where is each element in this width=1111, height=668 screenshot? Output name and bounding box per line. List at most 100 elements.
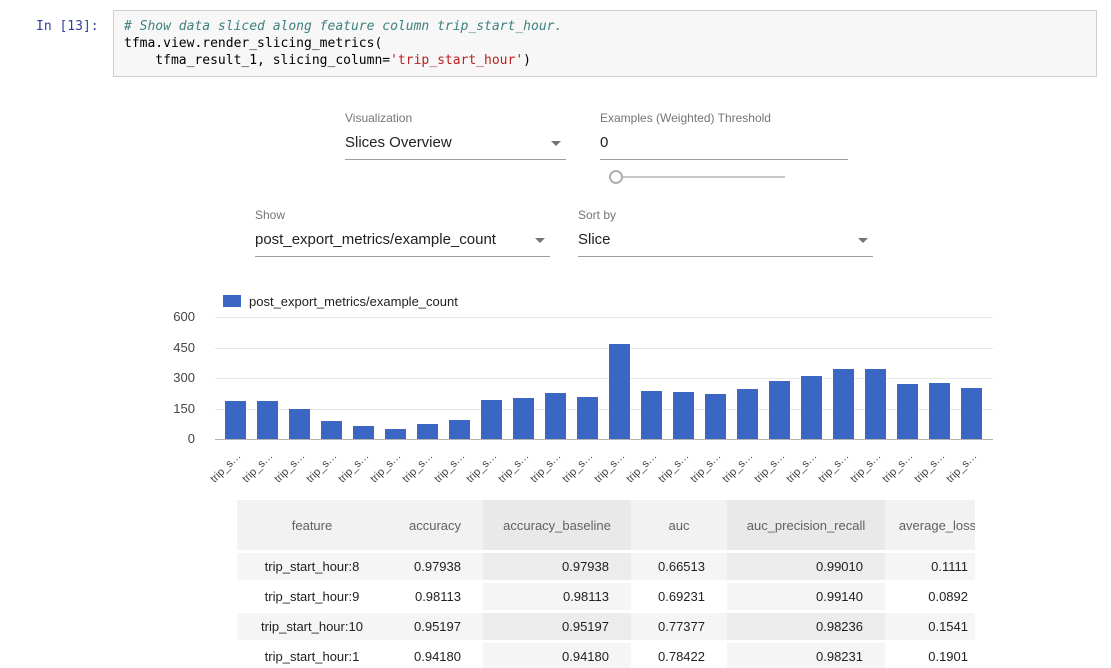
metric-cell: 0.66513 <box>631 553 727 580</box>
table-header-cell[interactable]: auc <box>631 500 727 550</box>
metric-cell: 0.0892 <box>885 583 975 610</box>
threshold-input[interactable] <box>600 127 848 160</box>
table-header-cell[interactable]: feature <box>237 500 387 550</box>
metric-cell: 0.78422 <box>631 643 727 668</box>
code-comment: # Show data sliced along feature column … <box>124 19 562 34</box>
bar[interactable] <box>577 397 598 439</box>
metric-cell: 0.94180 <box>387 643 483 668</box>
table-row: trip_start_hour:10.941800.941800.784220.… <box>237 643 975 668</box>
bar-chart-plot <box>215 317 993 439</box>
code-string-literal: 'trip_start_hour' <box>390 53 523 68</box>
visualization-label: Visualization <box>345 111 566 125</box>
code-line-2: tfma.view.render_slicing_metrics( <box>124 36 382 51</box>
code-line-3-post: ) <box>523 53 531 68</box>
show-widget: Show post_export_metrics/example_count <box>255 208 550 257</box>
gridline <box>215 317 993 318</box>
bar[interactable] <box>769 381 790 439</box>
metric-cell: 0.97938 <box>483 553 631 580</box>
legend-label: post_export_metrics/example_count <box>249 294 458 309</box>
code-editor[interactable]: # Show data sliced along feature column … <box>113 10 1097 77</box>
bar[interactable] <box>545 393 566 439</box>
feature-cell: trip_start_hour:1 <box>237 643 387 668</box>
bar[interactable] <box>897 384 918 439</box>
visualization-widget: Visualization Slices Overview <box>345 111 566 160</box>
metric-cell: 0.98231 <box>727 643 885 668</box>
feature-cell: trip_start_hour:10 <box>237 613 387 640</box>
bar[interactable] <box>833 369 854 439</box>
bar[interactable] <box>961 388 982 439</box>
sort-by-dropdown[interactable]: Slice <box>578 224 873 257</box>
table-body: trip_start_hour:80.979380.979380.665130.… <box>237 553 975 668</box>
metric-cell: 0.94180 <box>483 643 631 668</box>
metric-cell: 0.69231 <box>631 583 727 610</box>
visualization-dropdown[interactable]: Slices Overview <box>345 127 566 160</box>
code-line-3-pre: tfma_result_1, slicing_column= <box>124 53 390 68</box>
bar[interactable] <box>449 420 470 439</box>
bar[interactable] <box>257 401 278 439</box>
metric-cell: 0.1111 <box>885 553 975 580</box>
bar[interactable] <box>417 424 438 439</box>
table-row: trip_start_hour:100.951970.951970.773770… <box>237 613 975 640</box>
bar[interactable] <box>353 426 374 439</box>
metric-cell: 0.1541 <box>885 613 975 640</box>
bar[interactable] <box>929 383 950 439</box>
bar[interactable] <box>225 401 246 439</box>
bar[interactable] <box>289 409 310 439</box>
metric-cell: 0.97938 <box>387 553 483 580</box>
metric-cell: 0.99140 <box>727 583 885 610</box>
metric-cell: 0.98236 <box>727 613 885 640</box>
show-label: Show <box>255 208 550 222</box>
feature-cell: trip_start_hour:8 <box>237 553 387 580</box>
metric-cell: 0.98113 <box>387 583 483 610</box>
y-tick-label: 600 <box>173 309 195 324</box>
table-header-cell[interactable]: accuracy_baseline <box>483 500 631 550</box>
chevron-down-icon <box>535 238 545 243</box>
threshold-slider-knob[interactable] <box>609 170 623 184</box>
metric-cell: 0.77377 <box>631 613 727 640</box>
bar[interactable] <box>705 394 726 439</box>
gridline <box>215 348 993 349</box>
threshold-label: Examples (Weighted) Threshold <box>600 111 848 125</box>
bar[interactable] <box>865 369 886 439</box>
visualization-dropdown-value: Slices Overview <box>345 134 452 151</box>
bar[interactable] <box>609 344 630 439</box>
show-dropdown[interactable]: post_export_metrics/example_count <box>255 224 550 257</box>
sort-by-label: Sort by <box>578 208 873 222</box>
table-row: trip_start_hour:90.981130.981130.692310.… <box>237 583 975 610</box>
bar[interactable] <box>385 429 406 439</box>
y-tick-label: 0 <box>188 431 195 446</box>
chevron-down-icon <box>551 141 561 146</box>
feature-cell: trip_start_hour:9 <box>237 583 387 610</box>
metrics-table: featureaccuracyaccuracy_baselineaucauc_p… <box>237 500 975 668</box>
legend-swatch <box>223 295 241 307</box>
threshold-widget: Examples (Weighted) Threshold <box>600 111 848 160</box>
y-axis-labels: 0150300450600 <box>148 317 205 449</box>
table-header-row: featureaccuracyaccuracy_baselineaucauc_p… <box>237 500 975 550</box>
metric-cell: 0.95197 <box>387 613 483 640</box>
cell-input-prompt: In [13]: <box>36 18 99 35</box>
metric-cell: 0.99010 <box>727 553 885 580</box>
metric-cell: 0.95197 <box>483 613 631 640</box>
bar[interactable] <box>673 392 694 439</box>
table-header-cell[interactable]: accuracy <box>387 500 483 550</box>
table-header-cell[interactable]: auc_precision_recall <box>727 500 885 550</box>
bar[interactable] <box>737 389 758 439</box>
y-tick-label: 150 <box>173 401 195 416</box>
bar[interactable] <box>641 391 662 439</box>
y-tick-label: 300 <box>173 370 195 385</box>
threshold-slider-track[interactable] <box>621 176 785 178</box>
bar[interactable] <box>481 400 502 439</box>
gridline <box>215 439 993 440</box>
sort-by-dropdown-value: Slice <box>578 231 611 248</box>
bar[interactable] <box>801 376 822 439</box>
metrics-table-container: featureaccuracyaccuracy_baselineaucauc_p… <box>237 500 975 668</box>
chevron-down-icon <box>858 238 868 243</box>
x-axis-labels: trip_s…trip_s…trip_s…trip_s…trip_s…trip_… <box>215 441 993 483</box>
metric-cell: 0.98113 <box>483 583 631 610</box>
bar[interactable] <box>321 421 342 439</box>
bar[interactable] <box>513 398 534 439</box>
table-row: trip_start_hour:80.979380.979380.665130.… <box>237 553 975 580</box>
sort-by-widget: Sort by Slice <box>578 208 873 257</box>
y-tick-label: 450 <box>173 340 195 355</box>
table-header-cell[interactable]: average_loss <box>885 500 975 550</box>
